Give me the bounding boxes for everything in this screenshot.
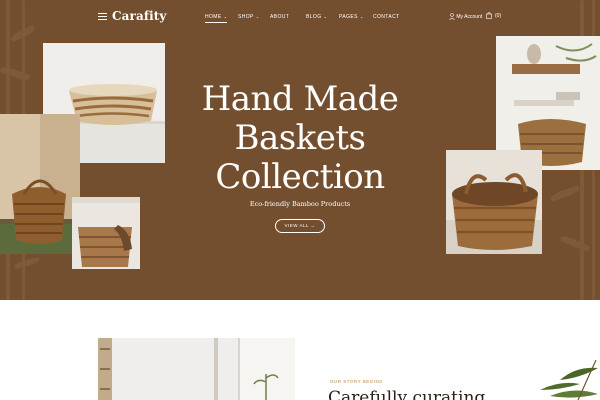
view-all-button[interactable]: VIEW ALL →: [275, 219, 325, 233]
section-heading: Carefully curating: [328, 388, 486, 400]
arrow-right-icon: →: [310, 223, 316, 228]
user-icon: [449, 13, 455, 20]
nav-item-home[interactable]: HOME ⌄: [205, 14, 228, 23]
interior-photo: [98, 338, 295, 400]
nav-item-blog[interactable]: BLOG ⌄: [306, 14, 327, 20]
hero-subtitle: Eco-friendly Bamboo Products: [249, 200, 351, 208]
bamboo-leaves-decoration: [530, 359, 600, 400]
hero-title-line: Collection: [215, 157, 385, 197]
site-logo[interactable]: Carafity: [112, 9, 166, 23]
my-account-link[interactable]: My Account: [449, 13, 482, 20]
basket-photo-tote: [0, 114, 80, 254]
chevron-down-icon: ⌄: [359, 14, 364, 19]
hero-title: Hand Made Baskets Collection: [170, 80, 430, 197]
chevron-down-icon: ⌄: [323, 14, 328, 19]
story-section: OUR STORY BEGINS Carefully curating: [0, 300, 600, 400]
chevron-down-icon: ⌄: [255, 14, 260, 19]
view-all-label: VIEW ALL: [284, 223, 309, 228]
my-account-label: My Account: [456, 13, 483, 20]
section-eyebrow: OUR STORY BEGINS: [330, 379, 383, 384]
site-header: Carafity HOME ⌄ SHOP ⌄ ABOUT BLOG ⌄ PAGES ⌄ …: [0, 0, 600, 34]
menu-icon[interactable]: [98, 13, 107, 21]
hero-title-line: Hand Made: [201, 79, 399, 119]
shopping-bag-icon: [486, 12, 492, 19]
nav-item-shop[interactable]: SHOP ⌄: [238, 14, 260, 20]
cart-button[interactable]: [486, 12, 492, 21]
nav-item-contact[interactable]: CONTACT: [373, 14, 400, 20]
chevron-down-icon: ⌄: [223, 14, 228, 19]
cart-count: (0): [495, 13, 502, 19]
basket-photo-closeup: [446, 150, 542, 254]
nav-item-pages[interactable]: PAGES ⌄: [339, 14, 364, 20]
nav-item-about[interactable]: ABOUT: [270, 14, 289, 20]
hero-title-line: Baskets: [234, 118, 366, 158]
hero-section: Carafity HOME ⌄ SHOP ⌄ ABOUT BLOG ⌄ PAGES ⌄ …: [0, 0, 600, 300]
basket-photo-throw: [72, 197, 140, 269]
